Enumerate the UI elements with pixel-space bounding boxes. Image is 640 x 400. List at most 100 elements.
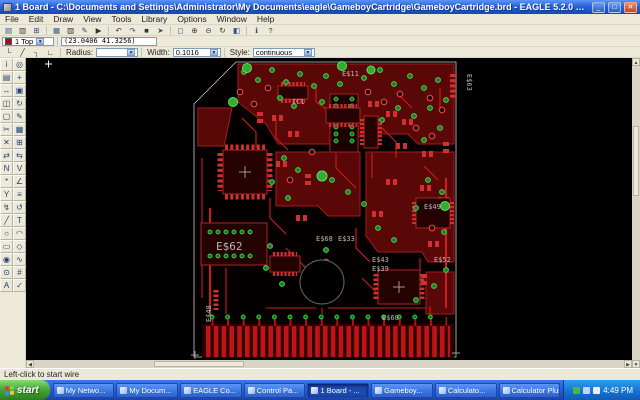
tool-name-button[interactable]: N xyxy=(0,162,13,175)
vertical-scroll-thumb[interactable] xyxy=(633,126,639,196)
tool-show-button[interactable]: ◎ xyxy=(13,58,26,71)
taskbar-item[interactable]: My Docum... xyxy=(116,383,178,398)
tool-mark-button[interactable]: + xyxy=(13,71,26,84)
print-icon[interactable]: ⊞ xyxy=(30,25,43,35)
radius-select[interactable]: ▼ xyxy=(96,48,138,57)
zoom-out-icon[interactable]: ⊖ xyxy=(202,25,215,35)
go-icon[interactable]: ➤ xyxy=(154,25,167,35)
taskbar-item-active[interactable]: 1 Board - ... xyxy=(307,383,369,398)
menu-draw[interactable]: Draw xyxy=(48,14,78,24)
taskbar-item[interactable]: Calculato... xyxy=(435,383,497,398)
tool-text-button[interactable]: T xyxy=(13,214,26,227)
save-icon[interactable]: ▥ xyxy=(16,25,29,35)
tool-pinswap-button[interactable]: ⇄ xyxy=(0,149,13,162)
taskbar-item[interactable]: Control Pa... xyxy=(244,383,306,398)
vertical-scrollbar[interactable]: ▲ ▼ xyxy=(632,58,640,368)
start-button[interactable]: start xyxy=(0,380,50,400)
undo-icon[interactable]: ↶ xyxy=(112,25,125,35)
scroll-right-icon[interactable]: ▶ xyxy=(624,360,632,368)
tool-display-button[interactable]: ▤ xyxy=(0,71,13,84)
tool-optimize-button[interactable]: ≡ xyxy=(13,188,26,201)
menu-options[interactable]: Options xyxy=(172,14,211,24)
tool-paste-button[interactable]: ▦ xyxy=(13,123,26,136)
board-schematic-icon[interactable]: ▦ xyxy=(50,25,63,35)
label-e43: E$43 xyxy=(372,256,389,264)
tool-polygon-button[interactable]: ◇ xyxy=(13,240,26,253)
redo-icon[interactable]: ↷ xyxy=(126,25,139,35)
tool-wire-button[interactable]: ╱ xyxy=(0,214,13,227)
tool-rect-button[interactable]: ▭ xyxy=(0,240,13,253)
wire-bend-2-icon[interactable]: ╱ xyxy=(16,47,29,57)
run-icon[interactable]: ▶ xyxy=(92,25,105,35)
status-bar: Left-click to start wire xyxy=(0,368,640,380)
library-icon[interactable]: ▧ xyxy=(64,25,77,35)
menu-help[interactable]: Help xyxy=(252,14,279,24)
tool-change-button[interactable]: ✎ xyxy=(13,110,26,123)
minimize-button[interactable]: _ xyxy=(592,2,605,13)
network-icon[interactable] xyxy=(583,387,590,394)
zoom-in-icon[interactable]: ⊕ xyxy=(188,25,201,35)
horizontal-scrollbar[interactable]: ◀ ▶ xyxy=(26,360,632,368)
zoom-select-icon[interactable]: ◧ xyxy=(230,25,243,35)
menu-tools[interactable]: Tools xyxy=(106,14,136,24)
menu-window[interactable]: Window xyxy=(212,14,252,24)
taskbar-item[interactable]: My Netwo... xyxy=(53,383,115,398)
tool-ratsnest-button[interactable]: # xyxy=(13,266,26,279)
taskbar-item[interactable]: Gameboy... xyxy=(371,383,433,398)
close-button[interactable]: ✕ xyxy=(624,2,637,13)
chevron-down-icon: ▼ xyxy=(127,49,135,56)
tool-copy-button[interactable]: ▣ xyxy=(13,84,26,97)
wire-bend-3-icon[interactable]: ┐ xyxy=(30,47,43,57)
tool-via-button[interactable]: ◉ xyxy=(0,253,13,266)
style-select[interactable]: continuous ▼ xyxy=(253,48,315,57)
stop-icon[interactable]: ■ xyxy=(140,25,153,35)
board-hole xyxy=(300,260,344,304)
tool-arc-button[interactable]: ◠ xyxy=(13,227,26,240)
tool-miter-button[interactable]: ∠ xyxy=(13,175,26,188)
tool-smash-button[interactable]: * xyxy=(0,175,13,188)
open-icon[interactable]: ▤ xyxy=(2,25,15,35)
tool-replace-button[interactable]: ⇆ xyxy=(13,149,26,162)
tool-info-button[interactable]: i xyxy=(0,58,13,71)
tool-delete-button[interactable]: ✕ xyxy=(0,136,13,149)
taskbar: start My Netwo... My Docum... EAGLE Co..… xyxy=(0,380,640,400)
script-icon[interactable]: ✎ xyxy=(78,25,91,35)
tool-route-button[interactable]: ↯ xyxy=(0,201,13,214)
security-shield-icon[interactable] xyxy=(573,387,580,394)
wire-bend-4-icon[interactable]: ∟ xyxy=(44,47,57,57)
tool-value-button[interactable]: V xyxy=(13,162,26,175)
info-icon[interactable]: ℹ xyxy=(250,25,263,35)
scroll-left-icon[interactable]: ◀ xyxy=(26,360,34,368)
maximize-button[interactable]: □ xyxy=(608,2,621,13)
horizontal-scroll-thumb[interactable] xyxy=(154,361,244,367)
tool-signal-button[interactable]: ∿ xyxy=(13,253,26,266)
zoom-redraw-icon[interactable]: ↻ xyxy=(216,25,229,35)
volume-icon[interactable] xyxy=(593,387,600,394)
menu-edit[interactable]: Edit xyxy=(24,14,49,24)
tool-hole-button[interactable]: ⊙ xyxy=(0,266,13,279)
zoom-fit-icon[interactable]: ◻ xyxy=(174,25,187,35)
tool-ripup-button[interactable]: ↺ xyxy=(13,201,26,214)
taskbar-item[interactable]: Calculator Plus xyxy=(499,383,561,398)
tool-group-button[interactable]: ▢ xyxy=(0,110,13,123)
tool-mirror-button[interactable]: ◫ xyxy=(0,97,13,110)
tool-cut-button[interactable]: ✂ xyxy=(0,123,13,136)
layer-select[interactable]: 1 Top ▼ xyxy=(2,37,54,46)
wire-bend-1-icon[interactable]: └ xyxy=(2,47,15,57)
tool-split-button[interactable]: Y xyxy=(0,188,13,201)
tool-auto-button[interactable]: A xyxy=(0,279,13,292)
tool-add-button[interactable]: ⊞ xyxy=(13,136,26,149)
tool-rotate-button[interactable]: ↻ xyxy=(13,97,26,110)
taskbar-item[interactable]: EAGLE Co... xyxy=(180,383,242,398)
tool-drc-button[interactable]: ✓ xyxy=(13,279,26,292)
tool-move-button[interactable]: ↔ xyxy=(0,84,13,97)
tool-circle-button[interactable]: ○ xyxy=(0,227,13,240)
menu-file[interactable]: File xyxy=(0,14,24,24)
menu-library[interactable]: Library xyxy=(136,14,172,24)
scroll-down-icon[interactable]: ▼ xyxy=(632,360,640,368)
width-select[interactable]: 0.1016 ▼ xyxy=(173,48,221,57)
help-icon[interactable]: ? xyxy=(264,25,277,35)
pcb-canvas[interactable]: E$11 E$63 IC1 E$68 E$33 E$49 E$62 E$48 E… xyxy=(26,58,632,360)
menu-view[interactable]: View xyxy=(78,14,106,24)
scroll-up-icon[interactable]: ▲ xyxy=(632,58,640,66)
